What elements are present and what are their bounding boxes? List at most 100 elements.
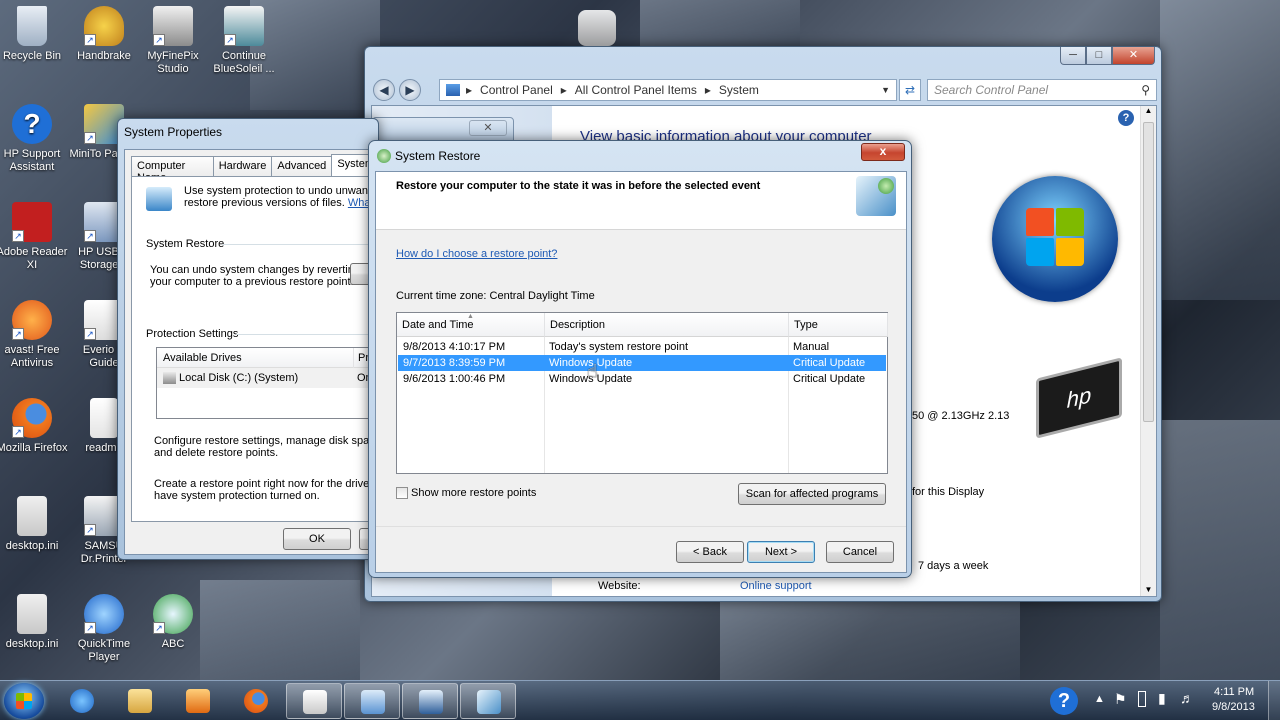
desktop-icon-label: MyFinePix Studio xyxy=(147,50,199,75)
show-desktop-button[interactable] xyxy=(1268,681,1280,720)
ok-button[interactable]: OK xyxy=(283,528,351,550)
system-restore-window[interactable]: System Restore x Restore your computer t… xyxy=(368,140,912,578)
breadcrumb-system[interactable]: System xyxy=(719,83,759,97)
maximize-button[interactable]: □ xyxy=(1086,47,1112,65)
text-file-icon xyxy=(90,398,118,438)
search-input[interactable]: Search Control Panel ⚲ xyxy=(927,79,1157,101)
show-more-checkbox[interactable] xyxy=(396,487,408,499)
desktop-icon-abc[interactable]: ↗ ABC xyxy=(137,594,209,651)
col-header-description[interactable]: Description xyxy=(545,313,789,337)
show-more-label[interactable]: Show more restore points xyxy=(411,487,536,499)
drive-row[interactable]: Local Disk (C:) (System) On xyxy=(157,368,391,388)
table-row[interactable]: 9/8/2013 4:10:17 PM Today's system resto… xyxy=(398,339,886,355)
taskbar-explorer[interactable] xyxy=(112,683,168,719)
cell-date: 9/6/2013 1:00:46 PM xyxy=(403,373,506,385)
desktop-icon-hp-support[interactable]: ? HP Support Assistant xyxy=(0,104,68,174)
table-row[interactable]: 9/6/2013 1:00:46 PM Windows Update Criti… xyxy=(398,371,886,387)
taskbar-firefox[interactable] xyxy=(228,683,284,719)
media-player-icon xyxy=(186,689,210,713)
system-restore-icon xyxy=(477,690,501,714)
clock-time[interactable]: 4:11 PM xyxy=(1214,686,1254,698)
taskbar-system-properties[interactable] xyxy=(402,683,458,719)
drive-name: Local Disk (C:) (System) xyxy=(179,372,299,384)
battery-icon[interactable] xyxy=(1138,691,1146,707)
taskbar-window-1[interactable] xyxy=(286,683,342,719)
firefox-icon: ↗ xyxy=(12,398,52,438)
taskbar-system-restore[interactable] xyxy=(460,683,516,719)
desktop-icon-handbrake[interactable]: ↗ Handbrake xyxy=(68,6,140,63)
show-hidden-icons-icon[interactable]: ▲ xyxy=(1094,693,1105,705)
sync-icon: ↗ xyxy=(153,594,193,634)
scrollbar[interactable]: ▲ ▼ xyxy=(1140,106,1156,596)
scroll-up-arrow[interactable]: ▲ xyxy=(1141,106,1156,115)
window-title: System Properties xyxy=(124,125,223,139)
scan-affected-programs-button[interactable]: Scan for affected programs xyxy=(738,483,886,505)
help-tray-icon[interactable]: ? xyxy=(1050,687,1078,715)
back-button[interactable]: < Back xyxy=(676,541,744,563)
avast-icon: ↗ xyxy=(12,300,52,340)
desktop-icon-label: Handbrake xyxy=(77,50,131,62)
desktop-icon-label: Mozilla Firefox xyxy=(0,442,68,454)
folder-icon xyxy=(128,689,152,713)
intro-text-2: restore previous versions of files. What… xyxy=(184,197,385,209)
system-restore-body: Restore your computer to the state it wa… xyxy=(375,171,907,573)
system-protection-icon xyxy=(146,187,172,211)
taskbar-control-panel[interactable] xyxy=(344,683,400,719)
col-header-type[interactable]: Type xyxy=(789,313,888,337)
chevron-down-icon[interactable]: ▼ xyxy=(881,85,890,95)
action-center-flag-icon[interactable]: ⚑ xyxy=(1114,691,1127,708)
cell-date: 9/8/2013 4:10:17 PM xyxy=(403,341,506,353)
close-button[interactable]: x xyxy=(861,143,905,161)
minimize-button[interactable]: ─ xyxy=(1060,47,1086,65)
help-icon[interactable]: ? xyxy=(1118,110,1134,126)
scroll-thumb[interactable] xyxy=(1143,122,1154,422)
breadcrumb-control-panel[interactable]: Control Panel xyxy=(480,83,553,97)
breadcrumb-all-items[interactable]: All Control Panel Items xyxy=(575,83,697,97)
back-nav-button[interactable]: ◀ xyxy=(373,79,395,101)
desktop-icon-firefox[interactable]: ↗ Mozilla Firefox xyxy=(0,398,68,455)
help-link[interactable]: How do I choose a restore point? xyxy=(396,248,557,260)
close-icon[interactable]: ✕ xyxy=(469,120,507,136)
desktop-icon-myfinepix[interactable]: ↗ MyFinePix Studio xyxy=(137,6,209,76)
refresh-button[interactable]: ⇄ xyxy=(899,79,921,101)
cell-description: Today's system restore point xyxy=(549,341,689,353)
firefox-icon xyxy=(244,689,268,713)
restore-desc-2: your computer to a previous restore poin… xyxy=(150,276,354,288)
col-available-drives[interactable]: Available Drives xyxy=(163,348,242,368)
forward-nav-button[interactable]: ▶ xyxy=(399,79,421,101)
start-button[interactable] xyxy=(4,683,44,719)
address-bar[interactable]: ▸ Control Panel ▸ All Control Panel Item… xyxy=(439,79,897,101)
camera-icon: ↗ xyxy=(153,6,193,46)
close-icon: x xyxy=(879,144,887,158)
network-icon[interactable]: ▮ xyxy=(1158,690,1166,707)
drives-list[interactable]: Available Drives Prot Local Disk (C:) (S… xyxy=(156,347,392,419)
table-row-selected[interactable]: 9/7/2013 8:39:59 PM Windows Update Criti… xyxy=(398,355,886,371)
desktop-icon-adobe-reader[interactable]: ↗ Adobe Reader XI xyxy=(0,202,68,272)
restore-desc: You can undo system changes by reverting xyxy=(150,264,360,276)
next-button[interactable]: Next > xyxy=(747,541,815,563)
taskbar: ? ▲ ⚑ ▮ ♬ 4:11 PM 9/8/2013 xyxy=(0,680,1280,720)
taskbar-media-player[interactable] xyxy=(170,683,226,719)
desktop-icon-desktop-ini-1[interactable]: desktop.ini xyxy=(0,496,68,553)
desktop-icon-recycle-bin[interactable]: Recycle Bin xyxy=(0,6,68,63)
desktop-icon-avast[interactable]: ↗ avast! Free Antivirus xyxy=(0,300,68,370)
cancel-button[interactable]: Cancel xyxy=(826,541,894,563)
background-window-fragment: ✕ xyxy=(372,117,514,141)
tab-panel: Use system protection to undo unwanted r… xyxy=(131,176,393,522)
system-properties-window[interactable]: System Properties Computer Name Hardware… xyxy=(117,118,393,560)
window-caption-buttons: ─ □ ✕ xyxy=(1060,47,1155,65)
window-title: System Restore xyxy=(395,149,481,163)
volume-icon[interactable]: ♬ xyxy=(1180,690,1194,706)
clock-date[interactable]: 9/8/2013 xyxy=(1212,701,1255,713)
desktop-icon-bluesoleil[interactable]: ↗ Continue BlueSoleil ... xyxy=(208,6,280,76)
online-support-link[interactable]: Online support xyxy=(740,580,812,592)
close-button[interactable]: ✕ xyxy=(1112,47,1155,65)
settings-file-icon xyxy=(17,496,47,536)
scroll-down-arrow[interactable]: ▼ xyxy=(1141,585,1156,594)
taskbar-internet-explorer[interactable] xyxy=(54,683,110,719)
restore-points-table[interactable]: Date and Time ▲ Description Type 9/8/201… xyxy=(396,312,888,474)
desktop-icon-desktop-ini-2[interactable]: desktop.ini xyxy=(0,594,68,651)
adobe-reader-icon: ↗ xyxy=(12,202,52,242)
desktop-icon-quicktime[interactable]: ↗ QuickTime Player xyxy=(68,594,140,664)
desktop-icon-label: Recycle Bin xyxy=(2,50,62,62)
